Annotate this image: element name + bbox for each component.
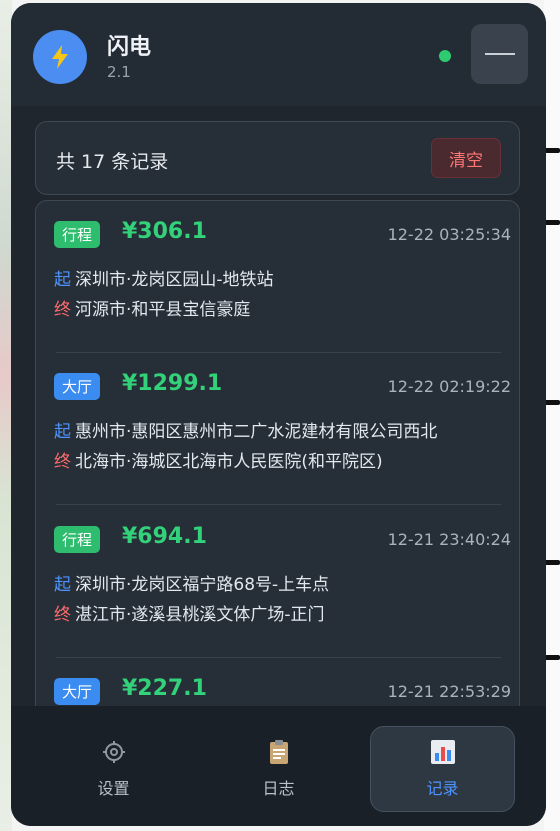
end-key: 终 (54, 300, 71, 320)
start-address: 惠州市·惠阳区惠州市二广水泥建材有限公司西北 (75, 422, 438, 442)
start-address: 深圳市·龙岗区园山-地铁站 (75, 270, 274, 290)
record-end: 终北海市·海城区北海市人民医院(和平院区) (54, 447, 519, 472)
record-price: ¥1299.1 (122, 371, 223, 396)
end-key: 终 (54, 605, 71, 625)
record-end: 终湛江市·遂溪县桃溪文体广场-正门 (54, 600, 519, 625)
lightning-icon (52, 45, 68, 69)
app-version: 2.1 (107, 63, 131, 81)
bar-chart-icon (430, 739, 456, 765)
record-tag: 大厅 (54, 678, 101, 705)
end-address: 北海市·海城区北海市人民医院(和平院区) (75, 452, 383, 472)
start-address: 深圳市·龙岗区福宁路68号-上车点 (75, 575, 330, 595)
record-time: 12-21 23:40:24 (387, 530, 511, 549)
minimize-button[interactable] (471, 24, 528, 84)
end-address: 河源市·和平县宝信豪庭 (75, 300, 251, 320)
record-item[interactable]: 行程 ¥306.1 12-22 03:25:34 起深圳市·龙岗区园山-地铁站 … (36, 201, 519, 353)
record-tag: 大厅 (54, 373, 101, 400)
nav-records-label: 记录 (426, 779, 459, 798)
nav-log-label: 日志 (262, 779, 295, 798)
record-tag: 行程 (54, 526, 101, 553)
minimize-icon (484, 53, 515, 55)
background-edge-right (544, 0, 560, 831)
record-time: 12-21 22:53:29 (387, 682, 511, 701)
end-address: 湛江市·遂溪县桃溪文体广场-正门 (75, 605, 325, 625)
record-tag: 行程 (54, 221, 101, 248)
nav-settings[interactable]: 设置 (41, 726, 186, 812)
start-key: 起 (54, 422, 71, 442)
record-item[interactable]: 大厅 ¥1299.1 12-22 02:19:22 起惠州市·惠阳区惠州市二广水… (36, 353, 519, 505)
record-start: 起深圳市·龙岗区福宁路68号-上车点 (54, 570, 519, 595)
nav-records[interactable]: 记录 (370, 726, 515, 812)
summary-bar: 共 17 条记录 清空 (35, 121, 520, 195)
record-end: 终河源市·和平县宝信豪庭 (54, 295, 519, 320)
record-list[interactable]: 行程 ¥306.1 12-22 03:25:34 起深圳市·龙岗区园山-地铁站 … (35, 200, 520, 720)
clear-button[interactable]: 清空 (431, 138, 501, 178)
status-indicator (439, 50, 451, 62)
record-price: ¥306.1 (122, 219, 207, 244)
start-key: 起 (54, 575, 71, 595)
record-time: 12-22 03:25:34 (387, 225, 511, 244)
nav-settings-label: 设置 (97, 779, 130, 798)
record-item[interactable]: 行程 ¥694.1 12-21 23:40:24 起深圳市·龙岗区福宁路68号-… (36, 506, 519, 658)
record-time: 12-22 02:19:22 (387, 377, 511, 396)
record-count: 共 17 条记录 (56, 151, 169, 173)
record-price: ¥694.1 (122, 524, 207, 549)
gear-icon (101, 739, 127, 765)
nav-log[interactable]: 日志 (206, 726, 351, 812)
bottom-nav: 设置 日志 记录 (11, 706, 546, 826)
app-logo (33, 30, 87, 84)
record-start: 起惠州市·惠阳区惠州市二广水泥建材有限公司西北 (54, 417, 519, 442)
end-key: 终 (54, 452, 71, 472)
record-price: ¥227.1 (122, 676, 207, 701)
app-name: 闪电 (107, 35, 152, 60)
app-panel: 闪电 2.1 共 17 条记录 清空 行程 ¥306.1 12-22 03:25… (11, 3, 546, 826)
divider (56, 504, 501, 505)
start-key: 起 (54, 270, 71, 290)
header: 闪电 2.1 (11, 3, 546, 106)
clipboard-icon (266, 739, 292, 765)
record-start: 起深圳市·龙岗区园山-地铁站 (54, 265, 519, 290)
